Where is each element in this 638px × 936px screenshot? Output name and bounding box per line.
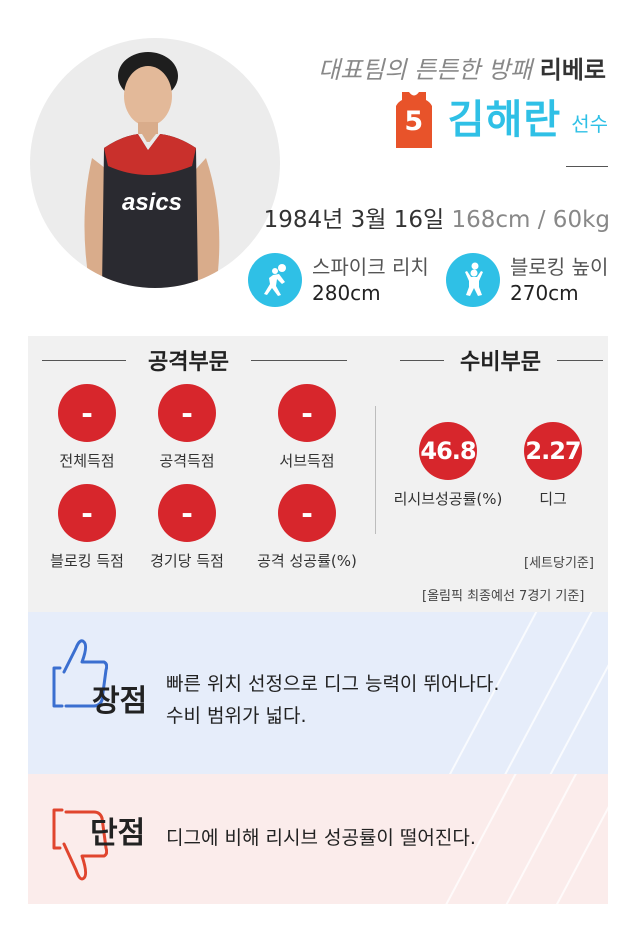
stat-serve-points: - 서브득점 <box>242 384 372 471</box>
player-name-row: 5 김해란 선수 <box>394 88 608 148</box>
stat-label: 디그 <box>539 490 567 508</box>
stat-badge: - <box>158 384 216 442</box>
stat-attack-success-rate: - 공격 성공률(%) <box>242 484 372 571</box>
cons-text: 디그에 비해 리시브 성공률이 떨어진다. <box>166 822 476 854</box>
skill-block-height: 블로킹 높이 270cm <box>446 252 608 308</box>
block-player-icon <box>446 253 500 307</box>
pros-panel: 장점 빠른 위치 선정으로 디그 능력이 뛰어나다. 수비 범위가 넓다. <box>28 612 608 774</box>
stat-badge: - <box>278 384 336 442</box>
pros-text: 빠른 위치 선정으로 디그 능력이 뛰어나다. 수비 범위가 넓다. <box>166 668 499 732</box>
player-photo-illustration: asics <box>84 52 220 288</box>
attack-section-title: 공격부문 <box>42 344 347 376</box>
stat-label: 경기당 득점 <box>150 552 224 570</box>
stat-points-per-game: - 경기당 득점 <box>122 484 252 571</box>
header-divider <box>566 166 608 167</box>
stat-attack-points: - 공격득점 <box>122 384 252 471</box>
jersey-number: 5 <box>404 106 424 137</box>
stat-label: 공격 성공률(%) <box>257 552 357 570</box>
pros-line: 빠른 위치 선정으로 디그 능력이 뛰어나다. <box>166 673 500 695</box>
skill-spike-reach: 스파이크 리치 280cm <box>248 252 429 308</box>
player-photo: asics <box>30 38 280 288</box>
spike-player-icon <box>248 253 302 307</box>
stat-label: 서브득점 <box>279 452 335 470</box>
player-name: 김해란 <box>447 97 562 143</box>
pros-title: 장점 <box>92 684 148 719</box>
jersey-logo: asics <box>122 189 182 216</box>
section-divider <box>375 406 376 534</box>
per-set-note: [세트당기준] <box>524 556 594 571</box>
subtitle-lead: 대표팀의 튼튼한 방패 <box>318 56 533 84</box>
attack-title: 공격부문 <box>148 350 229 375</box>
skill-value: 270cm <box>510 281 579 305</box>
skill-label: 블로킹 높이 <box>510 255 609 279</box>
stat-badge: - <box>58 484 116 542</box>
player-subtitle: 대표팀의 튼튼한 방패 리베로 <box>318 50 606 85</box>
stat-badge: - <box>278 484 336 542</box>
stat-label: 공격득점 <box>159 452 215 470</box>
stat-badge: - <box>58 384 116 442</box>
subtitle-role: 리베로 <box>539 56 606 84</box>
stat-badge: - <box>158 484 216 542</box>
defense-section-title: 수비부문 <box>400 344 603 376</box>
birth-date: 1984년 3월 16일 <box>263 207 445 233</box>
pros-line: 수비 범위가 넓다. <box>166 705 307 727</box>
player-bio: 1984년 3월 16일 168cm / 60kg <box>264 200 610 234</box>
cons-title: 단점 <box>90 816 146 851</box>
body-size: 168cm / 60kg <box>451 207 610 233</box>
stat-badge: 46.8 <box>419 422 477 480</box>
player-title: 선수 <box>571 112 608 136</box>
cons-panel: 단점 디그에 비해 리시브 성공률이 떨어진다. <box>28 774 608 904</box>
cons-line: 디그에 비해 리시브 성공률이 떨어진다. <box>166 827 476 849</box>
source-footnote: [올림픽 최종예선 7경기 기준] <box>422 589 585 604</box>
skill-value: 280cm <box>312 281 381 305</box>
stats-panel: 공격부문 수비부문 - 전체득점 - 공격득점 - 서브득점 - 블로킹 득점 … <box>28 336 608 612</box>
skill-label: 스파이크 리치 <box>312 255 429 279</box>
stat-badge: 2.27 <box>524 422 582 480</box>
stat-dig: 2.27 디그 <box>488 422 618 509</box>
jersey-icon: 5 <box>394 92 434 148</box>
defense-title: 수비부문 <box>460 350 541 375</box>
